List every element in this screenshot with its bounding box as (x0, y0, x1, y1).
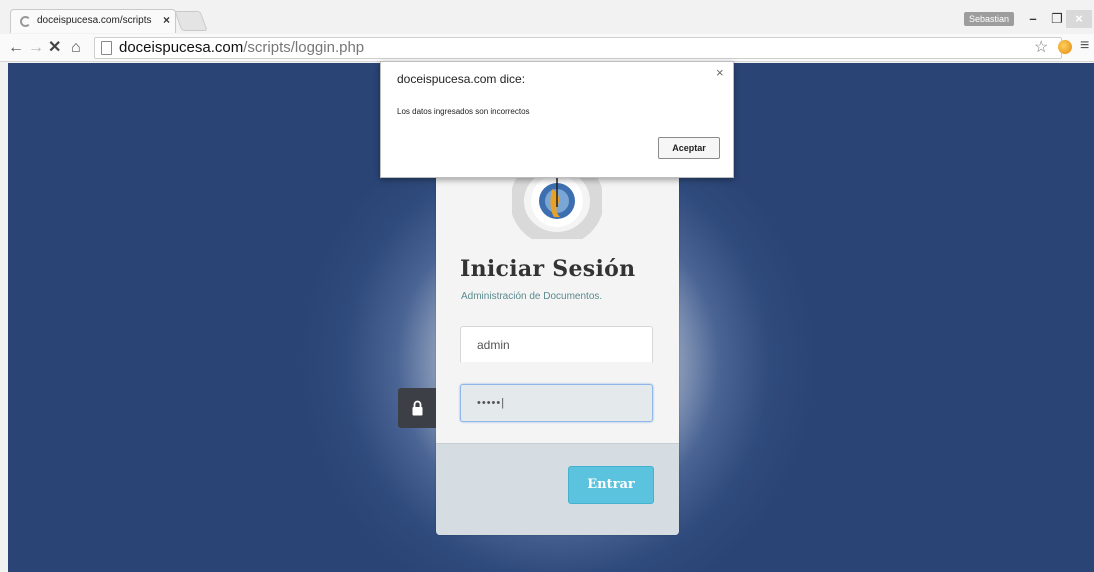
login-footer: Entrar (436, 443, 679, 535)
dialog-close-icon[interactable]: × (716, 65, 724, 80)
university-logo (512, 177, 602, 239)
login-submit-button[interactable]: Entrar (568, 466, 654, 504)
page-icon (101, 41, 112, 55)
lock-icon (412, 400, 423, 416)
browser-titlebar: doceispucesa.com/scripts × Sebastian – ❐… (0, 0, 1094, 34)
menu-icon[interactable]: ≡ (1080, 37, 1089, 55)
back-arrow-icon[interactable]: ← (8, 38, 24, 58)
login-title: Iniciar Sesión (460, 256, 636, 282)
dialog-title: doceispucesa.com dice: (397, 72, 526, 86)
login-card: Iniciar Sesión Administración de Documen… (436, 173, 679, 535)
lock-tab (398, 388, 436, 428)
close-window-button[interactable]: × (1066, 10, 1092, 28)
login-subtitle: Administración de Documentos. (461, 291, 603, 302)
home-icon[interactable]: ⌂ (71, 38, 81, 58)
tab-close-icon[interactable]: × (163, 13, 170, 27)
url-text[interactable]: doceispucesa.com/scripts/loggin.php (119, 39, 364, 57)
url-path: /scripts/loggin.php (243, 39, 365, 56)
star-icon[interactable]: ☆ (1034, 37, 1048, 57)
password-input[interactable] (460, 384, 653, 422)
new-tab-button[interactable] (174, 11, 208, 31)
address-bar[interactable]: doceispucesa.com/scripts/loggin.php (94, 37, 1062, 59)
url-host: doceispucesa.com (119, 39, 244, 56)
cookie-extension-icon[interactable] (1058, 40, 1072, 54)
stop-loading-icon[interactable]: ✕ (48, 38, 61, 58)
username-input[interactable] (460, 326, 653, 364)
browser-toolbar: ← → ✕ ⌂ doceispucesa.com/scripts/loggin.… (0, 34, 1094, 62)
loading-spinner-icon (20, 16, 31, 27)
minimize-button[interactable]: – (1024, 10, 1042, 28)
profile-badge[interactable]: Sebastian (964, 12, 1015, 26)
alert-dialog: doceispucesa.com dice: × Los datos ingre… (380, 61, 734, 178)
maximize-button[interactable]: ❐ (1048, 10, 1066, 28)
forward-arrow-icon[interactable]: → (28, 38, 44, 58)
dialog-message: Los datos ingresados son incorrectos (397, 107, 530, 116)
dialog-accept-button[interactable]: Aceptar (658, 137, 720, 159)
browser-tab[interactable]: doceispucesa.com/scripts × (10, 9, 176, 33)
tab-title: doceispucesa.com/scripts (37, 15, 152, 26)
